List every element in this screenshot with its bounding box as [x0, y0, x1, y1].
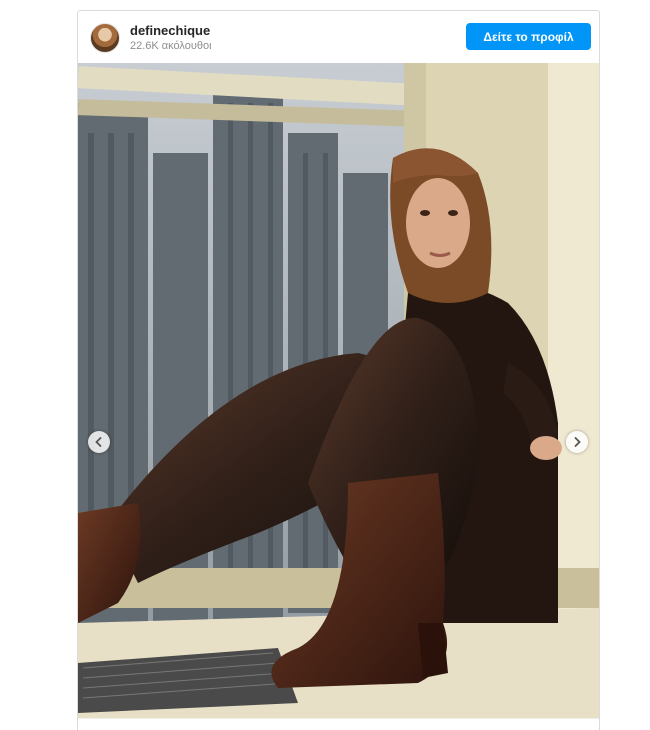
- view-profile-button[interactable]: Δείτε το προφίλ: [466, 23, 591, 50]
- followers-count: 22.6K ακόλουθοι: [130, 40, 212, 52]
- card-divider: [78, 718, 599, 719]
- previous-slide-button[interactable]: [88, 431, 110, 453]
- next-slide-button[interactable]: [566, 431, 588, 453]
- instagram-embed-card: definechique 22.6K ακόλουθοι Δείτε το πρ…: [77, 10, 600, 730]
- chevron-right-icon: [574, 437, 581, 447]
- post-header: definechique 22.6K ακόλουθοι Δείτε το πρ…: [78, 11, 599, 63]
- avatar[interactable]: [90, 23, 120, 53]
- photo-illustration: [78, 63, 599, 718]
- post-photo[interactable]: [78, 63, 599, 718]
- chevron-left-icon: [95, 437, 102, 447]
- username[interactable]: definechique: [130, 23, 210, 38]
